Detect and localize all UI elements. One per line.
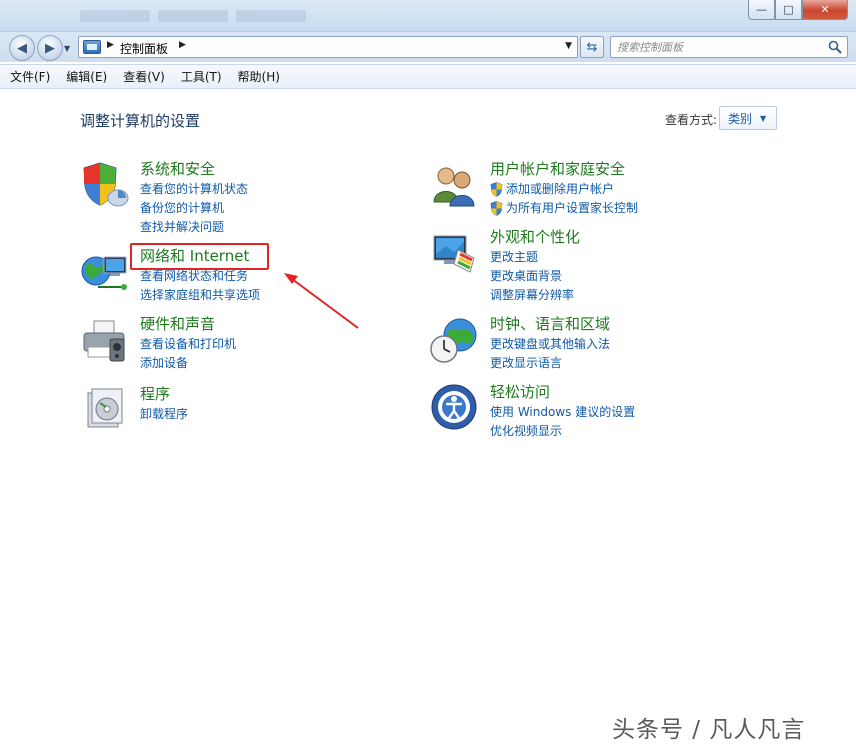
link-uninstall-program[interactable]: 卸载程序 [140,407,188,422]
category-title[interactable]: 硬件和声音 [140,315,215,334]
menu-bar: 文件(F) 编辑(E) 查看(V) 工具(T) 帮助(H) [0,64,856,89]
category-title[interactable]: 外观和个性化 [490,228,580,247]
refresh-icon: ⇆ [586,39,598,55]
menu-edit[interactable]: 编辑(E) [66,68,107,85]
menu-file[interactable]: 文件(F) [10,68,50,85]
breadcrumb-control-panel[interactable]: 控制面板 [120,40,168,57]
globe-network-icon[interactable] [80,247,130,297]
view-by-dropdown[interactable]: 类别 ▼ [719,106,777,130]
category-ease-of-access: 轻松访问 使用 Windows 建议的设置 优化视频显示 [430,383,750,439]
close-button[interactable]: ✕ [802,0,848,20]
control-panel-icon [83,40,101,54]
category-user-accounts: 用户帐户和家庭安全 添加或删除用户帐户 为所有用户设置家长控制 [430,160,750,216]
chevron-down-icon: ▼ [760,113,767,123]
search-box[interactable] [610,36,848,58]
annotation-arrow-icon [284,273,359,329]
uac-shield-icon [490,182,503,197]
category-title[interactable]: 程序 [140,385,170,404]
link-optimize-display[interactable]: 优化视频显示 [490,424,562,439]
minimize-button[interactable]: — [748,0,775,20]
link-homegroup-sharing[interactable]: 选择家庭组和共享选项 [140,288,260,303]
view-by-label: 查看方式: [665,113,718,127]
control-panel-content: 调整计算机的设置 查看方式: 类别 ▼ 系统和安全 查看您的计算机状态 备份您的… [0,90,856,752]
link-backup-computer[interactable]: 备份您的计算机 [140,201,224,216]
breadcrumb-arrow-icon[interactable]: ▶ [107,40,114,50]
view-by-value: 类别 [728,111,753,126]
watermark: 头条号 / 凡人凡言 [612,717,806,743]
window-controls: — □ ✕ [748,0,848,20]
link-add-device[interactable]: 添加设备 [140,356,188,371]
link-devices-printers[interactable]: 查看设备和打印机 [140,337,236,352]
link-troubleshoot[interactable]: 查找并解决问题 [140,220,224,235]
link-label: 为所有用户设置家长控制 [506,201,639,215]
back-arrow-icon: ◀ [17,40,27,56]
programs-icon[interactable] [80,385,130,435]
window-titlebar[interactable]: — □ ✕ [0,0,856,32]
link-keyboard-input[interactable]: 更改键盘或其他输入法 [490,337,610,352]
ease-of-access-icon[interactable] [430,383,480,433]
link-network-status[interactable]: 查看网络状态和任务 [140,269,248,284]
users-icon[interactable] [430,160,480,210]
category-title[interactable]: 轻松访问 [490,383,550,402]
background-window-titles [80,10,306,26]
category-title[interactable]: 用户帐户和家庭安全 [490,160,625,179]
recent-pages-dropdown[interactable]: ▼ [64,44,70,53]
page-title: 调整计算机的设置 [80,112,201,130]
category-system-security: 系统和安全 查看您的计算机状态 备份您的计算机 查找并解决问题 [80,160,380,235]
clock-globe-icon[interactable] [430,315,480,365]
link-change-theme[interactable]: 更改主题 [490,250,538,265]
link-parental-controls[interactable]: 为所有用户设置家长控制 [490,201,638,216]
menu-tools[interactable]: 工具(T) [181,68,222,85]
category-appearance: 外观和个性化 更改主题 更改桌面背景 调整屏幕分辨率 [430,228,750,303]
address-bar[interactable]: ▶ 控制面板 ▶ ▼ [78,36,578,58]
uac-shield-icon [490,201,503,216]
category-clock-language-region: 时钟、语言和区域 更改键盘或其他输入法 更改显示语言 [430,315,750,371]
link-display-language[interactable]: 更改显示语言 [490,356,562,371]
display-icon[interactable] [430,228,480,278]
forward-button[interactable]: ▶ [37,35,63,61]
link-label: 添加或删除用户帐户 [506,182,615,196]
category-title[interactable]: 网络和 Internet [140,247,249,266]
category-programs: 程序 卸载程序 [80,385,380,430]
link-screen-resolution[interactable]: 调整屏幕分辨率 [490,288,574,303]
breadcrumb-arrow-icon[interactable]: ▶ [179,40,186,50]
search-input[interactable] [617,39,817,55]
refresh-button[interactable]: ⇆ [580,36,604,58]
link-add-remove-accounts[interactable]: 添加或删除用户帐户 [490,182,614,197]
category-title[interactable]: 系统和安全 [140,160,215,179]
shield-icon[interactable] [80,160,130,210]
menu-view[interactable]: 查看(V) [123,68,165,85]
maximize-button[interactable]: □ [775,0,802,20]
link-view-computer-status[interactable]: 查看您的计算机状态 [140,182,248,197]
printer-icon[interactable] [80,315,130,365]
address-dropdown-icon[interactable]: ▼ [565,41,572,51]
link-recommended-settings[interactable]: 使用 Windows 建议的设置 [490,405,635,420]
category-title[interactable]: 时钟、语言和区域 [490,315,610,334]
forward-arrow-icon: ▶ [45,40,55,56]
search-icon[interactable] [828,40,842,54]
back-button[interactable]: ◀ [9,35,35,61]
link-desktop-background[interactable]: 更改桌面背景 [490,269,562,284]
menu-help[interactable]: 帮助(H) [238,68,280,85]
